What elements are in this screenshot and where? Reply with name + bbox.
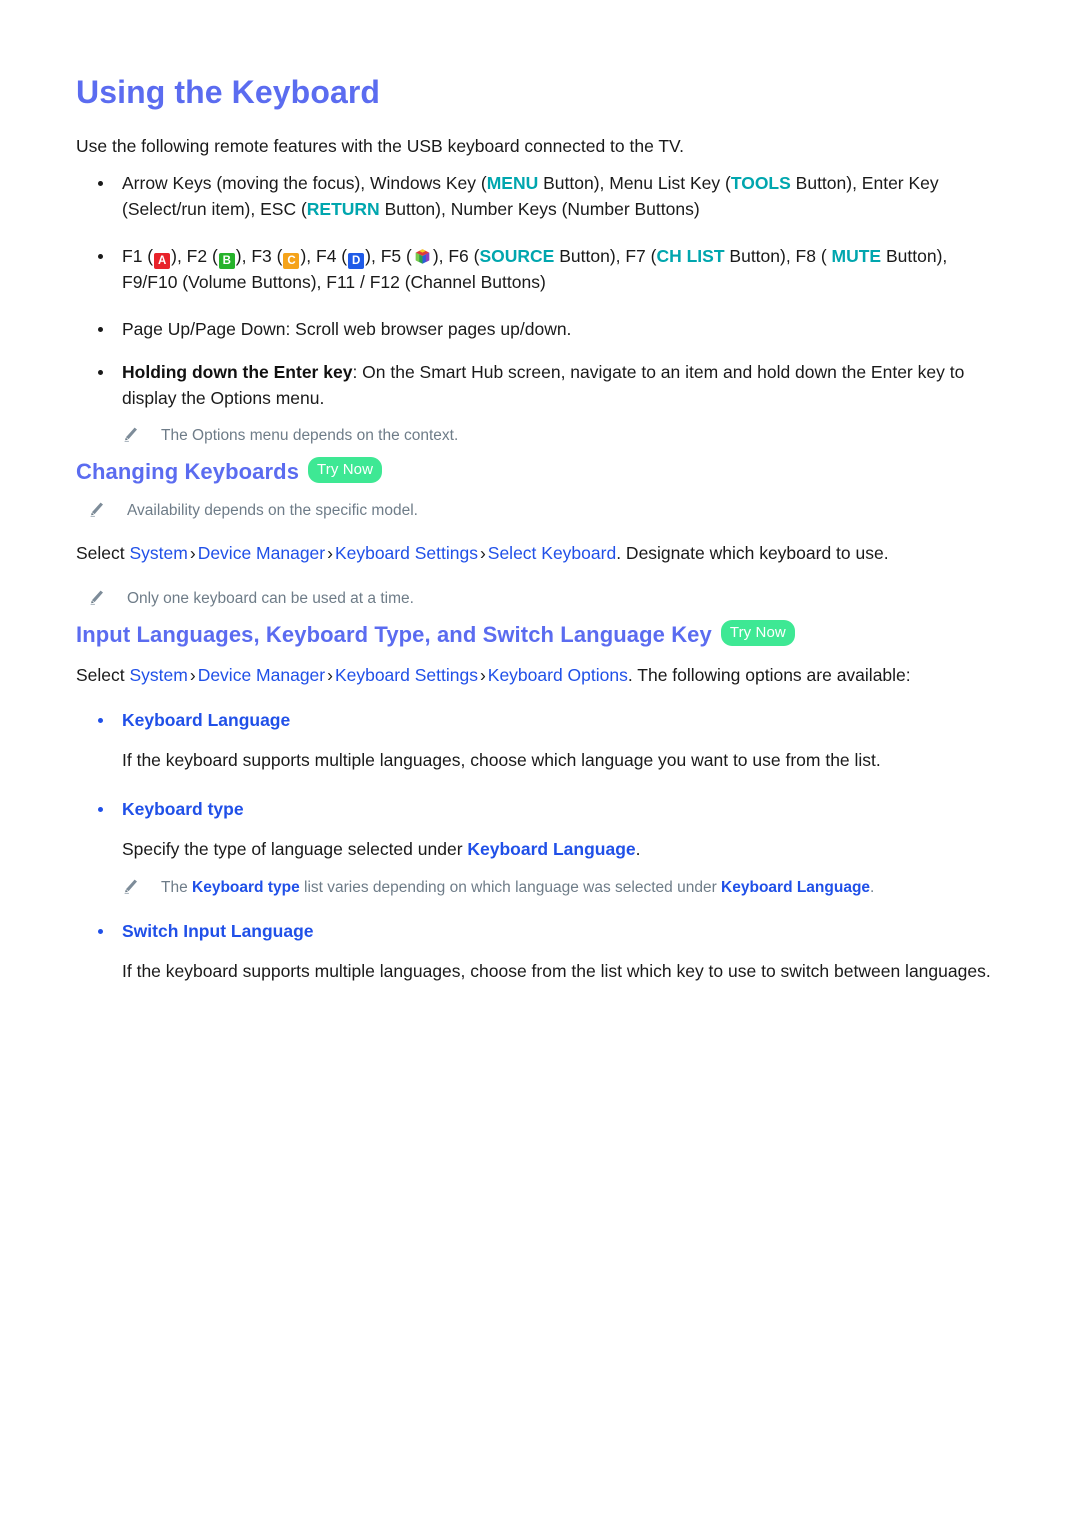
option-label-switch-input-language[interactable]: Switch Input Language xyxy=(76,918,1004,944)
try-now-badge[interactable]: Try Now xyxy=(720,620,795,647)
mute-button-token: MUTE xyxy=(831,245,882,266)
pencil-icon xyxy=(122,426,139,443)
page-title: Using the Keyboard xyxy=(76,74,381,110)
enter-key-label: Holding down the Enter key xyxy=(122,361,353,382)
option-label-keyboard-language[interactable]: Keyboard Language xyxy=(76,707,1004,733)
arrow-keys-text-1: Arrow Keys (moving the focus), Windows K… xyxy=(122,172,487,193)
list-item-function-keys: F1 (A), F2 (B), F3 (C), F4 (D), F5 ( ), … xyxy=(76,243,1004,296)
note-text: The Keyboard type list varies depending … xyxy=(161,876,1004,899)
return-button-token: RETURN xyxy=(306,199,380,220)
note-text: Availability depends on the specific mod… xyxy=(127,502,418,519)
menu-path-input-languages: Select System › Device Manager › Keyboard Se… xyxy=(76,662,1004,689)
menu-path-changing-keyboards: Select System › Device Manager › Keyboard Se… xyxy=(76,540,1004,567)
note-text: Only one keyboard can be used at a time. xyxy=(127,589,414,607)
color-key-c-icon: C xyxy=(283,252,300,269)
path-suffix: . Designate which keyboard to use. xyxy=(616,543,889,564)
note-text-3: . xyxy=(870,879,875,897)
source-button-token: SOURCE xyxy=(479,245,555,266)
note-link-keyboard-language[interactable]: Keyboard Language xyxy=(721,879,870,896)
fkeys-text-2: ), F2 ( xyxy=(171,245,218,266)
pencil-icon xyxy=(122,878,139,895)
keyboard-options-list: Keyboard Language xyxy=(76,707,1004,733)
pencil-icon xyxy=(88,501,105,518)
breadcrumb-separator: › xyxy=(479,543,486,564)
intro-paragraph: Use the following remote features with t… xyxy=(76,136,684,156)
fkeys-text-1: F1 ( xyxy=(122,245,154,266)
option-body-post: . xyxy=(635,838,641,859)
color-key-b-icon: B xyxy=(218,252,235,269)
section-heading-text: Changing Keyboards xyxy=(76,459,300,484)
fkeys-text-5: ), F5 ( xyxy=(365,245,412,266)
path-prefix: Select xyxy=(76,665,130,686)
fkeys-text-3: ), F3 ( xyxy=(235,245,283,266)
menu-button-token: MENU xyxy=(486,172,539,193)
fkeys-text-7: Button), F7 ( xyxy=(554,245,657,266)
path-prefix: Select xyxy=(76,543,130,564)
breadcrumb-item-device-manager[interactable]: Device Manager xyxy=(198,665,325,685)
option-body-keyboard-type: Specify the type of language selected un… xyxy=(76,836,1004,863)
list-item-arrow-keys: Arrow Keys (moving the focus), Windows K… xyxy=(76,170,1004,223)
arrow-keys-text-4: Button), Number Keys (Number Buttons) xyxy=(379,199,700,220)
breadcrumb-separator: › xyxy=(189,665,196,686)
note-link-keyboard-type[interactable]: Keyboard type xyxy=(192,879,300,896)
color-key-d-icon: D xyxy=(348,252,365,269)
fkeys-text-4: ), F4 ( xyxy=(300,245,348,266)
document-page: Using the Keyboard Use the following rem… xyxy=(0,0,1080,1527)
option-label-keyboard-type[interactable]: Keyboard type xyxy=(76,796,1004,822)
breadcrumb-item-keyboard-settings[interactable]: Keyboard Settings xyxy=(335,665,478,685)
keyboard-options-list: Keyboard type xyxy=(76,796,1004,822)
ch-list-button-token: CH LIST xyxy=(656,245,725,266)
keyboard-options-list: Switch Input Language xyxy=(76,918,1004,944)
section-title-input-languages: Input Languages, Keyboard Type, and Swit… xyxy=(76,620,1004,648)
section-title-changing-keyboards: Changing Keyboards Try Now xyxy=(76,457,1004,485)
breadcrumb-item-keyboard-options[interactable]: Keyboard Options xyxy=(488,665,628,685)
breadcrumb-item-keyboard-settings[interactable]: Keyboard Settings xyxy=(335,543,478,563)
path-suffix: . The following options are available: xyxy=(627,665,911,686)
breadcrumb-item-device-manager[interactable]: Device Manager xyxy=(198,543,325,563)
try-now-badge[interactable]: Try Now xyxy=(308,457,383,483)
option-body-pre: Specify the type of language selected un… xyxy=(122,838,468,859)
list-item-page-updown: Page Up/Page Down: Scroll web browser pa… xyxy=(76,316,1004,343)
inline-link-keyboard-language[interactable]: Keyboard Language xyxy=(467,839,635,859)
note-options-context: The Options menu depends on the context. xyxy=(76,424,1004,447)
breadcrumb-separator: › xyxy=(479,665,486,686)
breadcrumb-separator: › xyxy=(327,665,333,686)
note-keyboard-type: The Keyboard type list varies depending … xyxy=(76,876,1004,899)
note-text-1: The xyxy=(161,879,193,897)
arrow-keys-text-2: Button), Menu List Key ( xyxy=(538,172,731,193)
list-item-enter-key: Holding down the Enter key: On the Smart… xyxy=(76,359,1004,412)
note-one-keyboard: Only one keyboard can be used at a time. xyxy=(76,587,1004,610)
option-body-keyboard-language: If the keyboard supports multiple langua… xyxy=(122,749,881,770)
breadcrumb-item-system[interactable]: System xyxy=(130,543,188,563)
remote-features-list: Arrow Keys (moving the focus), Windows K… xyxy=(76,170,1004,412)
breadcrumb-item-system[interactable]: System xyxy=(130,665,188,685)
breadcrumb-separator: › xyxy=(327,543,333,564)
note-text: The Options menu depends on the context. xyxy=(161,426,459,444)
section-heading-text: Input Languages, Keyboard Type, and Swit… xyxy=(76,622,712,648)
breadcrumb-item-select-keyboard[interactable]: Select Keyboard xyxy=(488,543,616,563)
breadcrumb-separator: › xyxy=(189,543,196,564)
pencil-icon xyxy=(88,589,105,606)
smart-hub-icon xyxy=(414,246,431,264)
fkeys-text-8: Button), F8 ( xyxy=(724,245,832,266)
note-text-2: list varies depending on which language … xyxy=(299,879,722,897)
option-body-switch-input-language: If the keyboard supports multiple langua… xyxy=(122,960,991,981)
tools-button-token: TOOLS xyxy=(730,172,791,193)
note-availability: Availability depends on the specific mod… xyxy=(76,499,1004,522)
color-key-a-icon: A xyxy=(154,252,171,269)
fkeys-text-6: ), F6 ( xyxy=(432,245,480,266)
